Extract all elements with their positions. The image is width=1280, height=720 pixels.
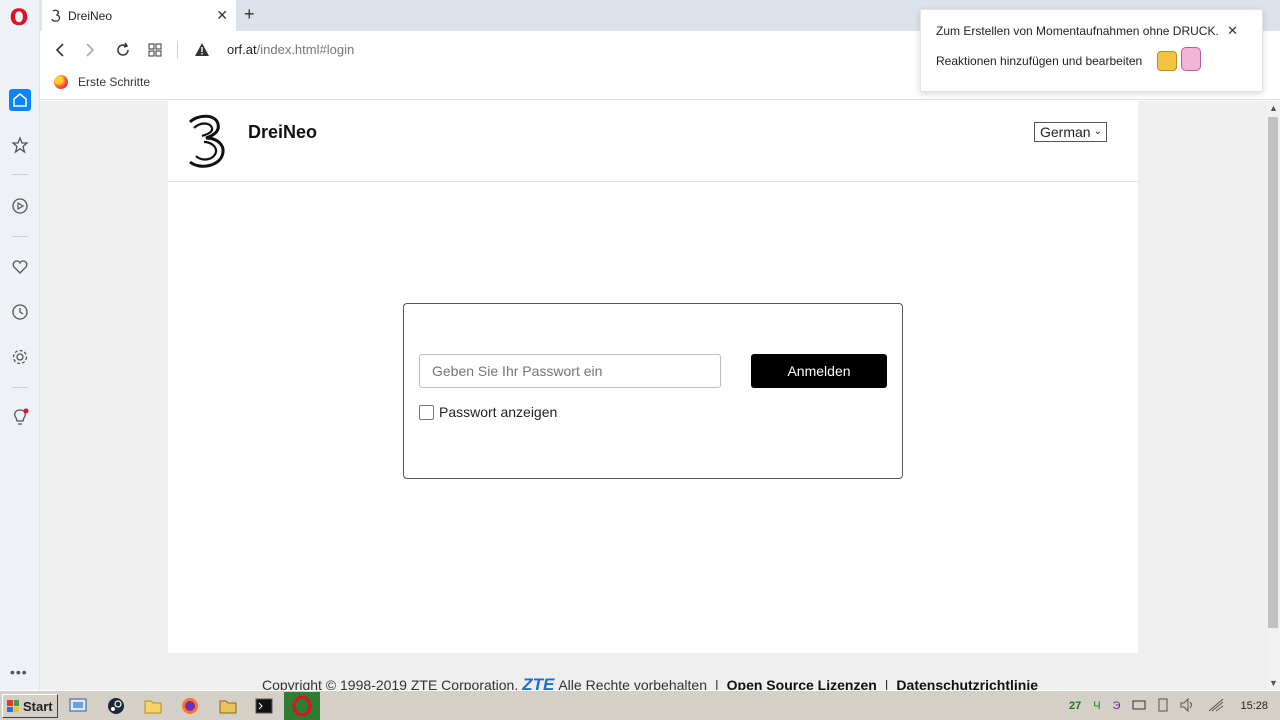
folder-icon[interactable] xyxy=(218,696,238,716)
login-form: Anmelden Passwort anzeigen xyxy=(403,303,903,479)
router-login-page: DreiNeo German ⌄ Anmelden Passwort anzei… xyxy=(168,101,1138,653)
notification-submessage: Reaktionen hinzufügen und bearbeiten xyxy=(936,54,1143,68)
zte-logo: ZTE xyxy=(522,675,555,690)
sidebar-divider xyxy=(12,174,28,175)
lightbulb-icon[interactable] xyxy=(9,407,31,429)
tab-close-icon[interactable]: ✕ xyxy=(216,7,228,23)
windows-logo-icon xyxy=(7,700,19,712)
start-label: Start xyxy=(23,698,53,714)
snapshot-notification: Zum Erstellen von Momentaufnahmen ohne D… xyxy=(920,9,1263,92)
notification-message: Zum Erstellen von Momentaufnahmen ohne D… xyxy=(936,24,1219,38)
firefox-taskbar-icon[interactable] xyxy=(180,696,200,716)
notification-close-icon[interactable]: ✕ xyxy=(1227,23,1238,39)
scroll-down-icon[interactable]: ▼ xyxy=(1269,678,1278,688)
control-panel-icon[interactable] xyxy=(68,696,88,716)
three-logo-favicon-icon xyxy=(51,9,61,22)
tray-indicator[interactable]: Ч xyxy=(1093,700,1100,712)
start-button[interactable]: Start xyxy=(2,694,58,718)
chevron-down-icon: ⌄ xyxy=(1093,126,1102,137)
opera-taskbar-button[interactable] xyxy=(284,692,320,720)
scroll-thumb[interactable] xyxy=(1268,117,1278,628)
rights-text: Alle Rechte vorbehalten xyxy=(558,677,707,690)
reload-icon[interactable] xyxy=(113,40,133,60)
url-field[interactable]: orf.at/index.html#login xyxy=(227,42,354,57)
opera-menu-icon[interactable]: O xyxy=(8,8,30,30)
more-options-icon[interactable]: ••• xyxy=(10,664,28,680)
opera-icon xyxy=(292,696,312,716)
address-divider xyxy=(177,42,178,58)
scroll-up-icon[interactable]: ▲ xyxy=(1269,103,1278,113)
login-button[interactable]: Anmelden xyxy=(751,354,887,388)
tray-indicator[interactable]: Э xyxy=(1113,700,1121,712)
forward-arrow-icon[interactable] xyxy=(80,40,100,60)
home-icon[interactable] xyxy=(9,89,31,111)
bookmark-label: Erste Schritte xyxy=(78,75,151,89)
url-host: orf.at xyxy=(227,42,257,57)
not-secure-warning-icon[interactable] xyxy=(194,42,210,62)
footer-separator: | xyxy=(884,677,889,690)
network-icon[interactable] xyxy=(1208,698,1224,715)
show-password-toggle[interactable]: Passwort anzeigen xyxy=(419,404,557,420)
page-header: DreiNeo German ⌄ xyxy=(168,101,1138,182)
footer-text: Copyright © 1998-2019 ZTE Corporation. Z… xyxy=(262,675,1038,690)
browser-sidebar: O ••• xyxy=(0,0,40,690)
volume-icon[interactable] xyxy=(1180,697,1196,715)
bookmark-erste-schritte[interactable]: Erste Schritte xyxy=(54,75,150,89)
vertical-scrollbar[interactable]: ▲ ▼ xyxy=(1266,101,1280,690)
back-arrow-icon[interactable] xyxy=(50,40,70,60)
tab-overview-grid-icon[interactable] xyxy=(145,40,165,60)
footer-separator: | xyxy=(715,677,719,690)
language-select[interactable]: German ⌄ xyxy=(1034,122,1107,142)
settings-gear-icon[interactable] xyxy=(9,346,31,368)
show-password-label: Passwort anzeigen xyxy=(439,404,558,420)
tray-indicator[interactable]: 27 xyxy=(1069,700,1081,712)
open-source-link[interactable]: Open Source Lizenzen xyxy=(727,677,877,690)
system-tray: 27 Ч Э 15:28 xyxy=(1063,691,1280,720)
clock[interactable]: 15:28 xyxy=(1240,700,1268,712)
cat-emoji-icon xyxy=(1181,47,1201,71)
new-tab-plus-icon[interactable]: + xyxy=(244,5,255,23)
heart-icon[interactable] xyxy=(9,256,31,278)
player-icon[interactable] xyxy=(9,195,31,217)
bookmarks-star-icon[interactable] xyxy=(9,134,31,156)
sidebar-divider xyxy=(12,236,28,237)
copyright-text: Copyright © 1998-2019 ZTE Corporation. xyxy=(262,677,519,690)
page-footer: Copyright © 1998-2019 ZTE Corporation. Z… xyxy=(168,653,1138,690)
steam-icon[interactable] xyxy=(106,696,126,716)
url-path: /index.html#login xyxy=(256,42,355,57)
tab-dreineo[interactable]: DreiNeo ✕ xyxy=(42,0,236,31)
privacy-link[interactable]: Datenschutzrichtlinie xyxy=(896,677,1038,690)
firefox-icon xyxy=(54,75,68,89)
terminal-icon[interactable] xyxy=(254,696,274,716)
keyboard-icon[interactable] xyxy=(1132,699,1146,714)
sidebar-divider xyxy=(12,387,28,388)
file-explorer-icon[interactable] xyxy=(143,696,163,716)
windows-taskbar: Start 27 Ч Э 15:28 xyxy=(0,690,1280,720)
brand-name: DreiNeo xyxy=(248,122,318,142)
show-password-checkbox[interactable] xyxy=(419,404,434,420)
smiley-emoji-icon xyxy=(1157,51,1177,71)
password-input[interactable] xyxy=(419,354,721,388)
tab-title: DreiNeo xyxy=(68,8,113,23)
page-viewport: DreiNeo German ⌄ Anmelden Passwort anzei… xyxy=(40,101,1266,690)
device-icon[interactable] xyxy=(1158,698,1168,715)
history-clock-icon[interactable] xyxy=(9,301,31,323)
three-brand-logo-icon xyxy=(188,114,225,168)
language-selected: German xyxy=(1040,124,1091,140)
